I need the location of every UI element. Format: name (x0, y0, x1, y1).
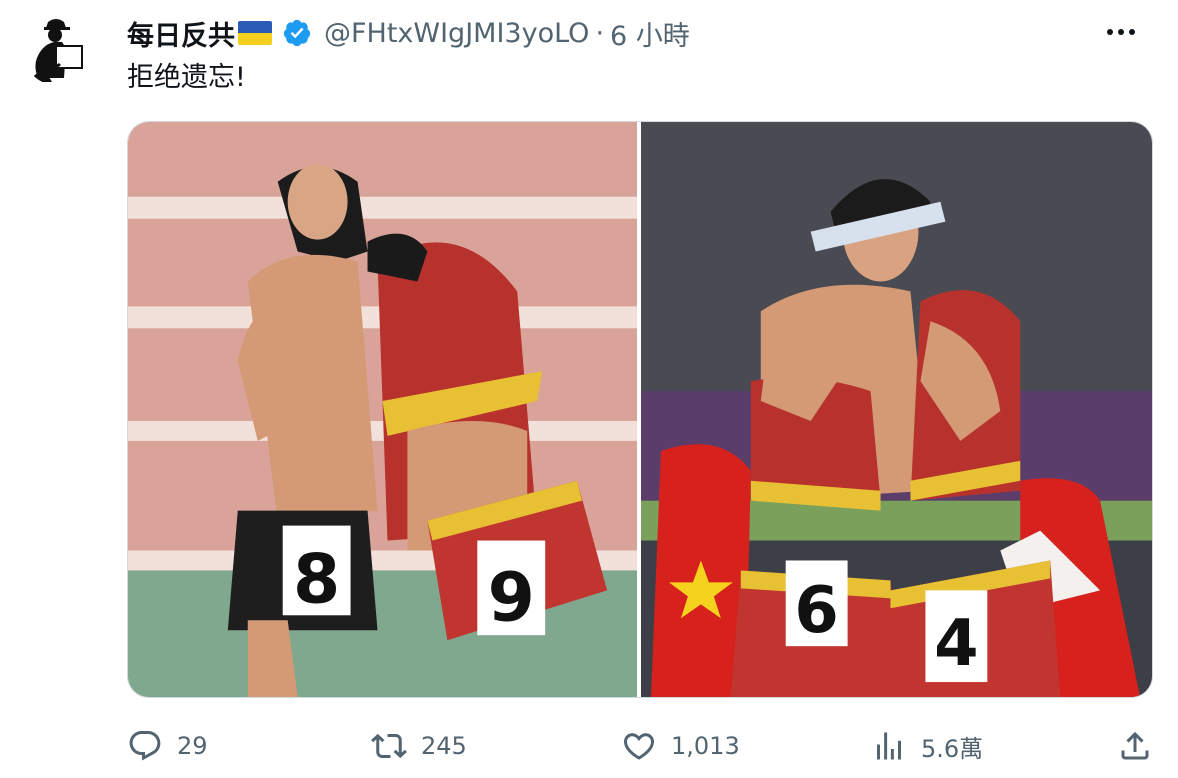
views-button[interactable]: 5.6萬 (871, 722, 983, 770)
reply-button[interactable]: 29 (127, 722, 208, 770)
more-options-icon[interactable] (1104, 22, 1138, 42)
reply-icon (127, 728, 163, 764)
photo-right[interactable]: 6 4 (641, 122, 1152, 697)
tweet: 每日反共 @FHtxWIgJMI3yoLO · 6 小時 拒绝遗忘! 8 9 6… (0, 0, 1178, 778)
media-grid: 8 9 6 4 (127, 121, 1153, 698)
separator-dot: · (595, 17, 605, 49)
bib-number: 9 (488, 557, 535, 636)
bib-number: 6 (794, 574, 838, 648)
retweet-count: 245 (421, 732, 467, 760)
tweet-text: 拒绝遗忘! (127, 62, 246, 93)
avatar[interactable] (22, 12, 96, 86)
photo-left[interactable]: 8 9 (128, 122, 637, 697)
action-bar: 29 245 1,013 5.6萬 (127, 722, 1153, 770)
verified-badge-icon[interactable] (282, 18, 312, 48)
tweet-header: 每日反共 @FHtxWIgJMI3yoLO · 6 小時 (127, 14, 690, 52)
reply-count: 29 (177, 732, 208, 760)
share-button[interactable] (1117, 722, 1153, 770)
bib-number: 8 (293, 539, 340, 618)
share-icon (1117, 728, 1153, 764)
heart-icon (621, 728, 657, 764)
retweet-button[interactable]: 245 (371, 722, 467, 770)
handle[interactable]: @FHtxWIgJMI3yoLO (324, 18, 589, 49)
views-icon (871, 728, 907, 764)
display-name[interactable]: 每日反共 (127, 14, 235, 53)
timestamp[interactable]: 6 小時 (610, 14, 690, 53)
ukraine-flag-icon (238, 21, 272, 45)
like-button[interactable]: 1,013 (621, 722, 740, 770)
views-count: 5.6萬 (921, 734, 984, 763)
like-count: 1,013 (671, 732, 740, 760)
retweet-icon (371, 728, 407, 764)
bib-number: 4 (934, 607, 978, 681)
